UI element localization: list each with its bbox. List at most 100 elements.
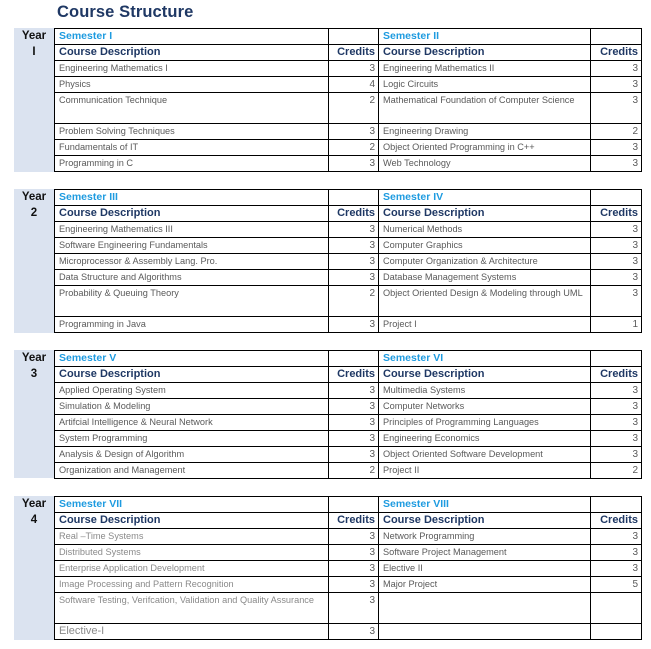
table-row: Engineering Mathematics III 3 Numerical Me… [54, 221, 642, 238]
course-credits: 3 [590, 76, 642, 93]
course-credits: 3 [590, 430, 642, 447]
course-name: Fundamentals of IT [54, 139, 329, 156]
course-name: Computer Organization & Architecture [378, 253, 591, 270]
table-row: Real –Time Systems 3 Network Programming 3 [54, 528, 642, 545]
course-name: Software Testing, Verifcation, Validatio… [54, 592, 329, 624]
column-header-credits: Credits [590, 205, 642, 222]
course-table-year-4: Semester VII Semester VIII Course Descri… [54, 496, 642, 640]
course-credits: 3 [328, 60, 379, 77]
column-header-credits: Credits [590, 44, 642, 61]
table-row: Microprocessor & Assembly Lang. Pro. 3 Com… [54, 253, 642, 270]
column-header-credits: Credits [328, 44, 379, 61]
course-credits: 3 [328, 155, 379, 172]
course-name: Image Processing and Pattern Recognition [54, 576, 329, 593]
course-name: Microprocessor & Assembly Lang. Pro. [54, 253, 329, 270]
course-credits: 3 [328, 430, 379, 447]
course-credits: 3 [328, 123, 379, 140]
column-header-course: Course Description [54, 512, 329, 529]
course-name: Object Oriented Software Development [378, 446, 591, 463]
year-column: Year I [14, 28, 54, 172]
column-header-course: Course Description [378, 44, 591, 61]
table-row: Simulation & Modeling 3 Computer Networks 3 [54, 398, 642, 415]
course-credits [590, 592, 642, 624]
course-credits: 2 [328, 462, 379, 479]
course-name: Multimedia Systems [378, 382, 591, 399]
course-name: Organization and Management [54, 462, 329, 479]
year-label: Year [21, 30, 47, 42]
course-credits: 3 [328, 237, 379, 254]
course-credits: 3 [590, 60, 642, 77]
course-credits: 3 [328, 576, 379, 593]
course-name: Data Structure and Algorithms [54, 269, 329, 286]
course-name: Communication Technique [54, 92, 329, 124]
course-credits: 3 [590, 155, 642, 172]
course-credits: 3 [590, 285, 642, 317]
table-row: Enterprise Application Development 3 Elect… [54, 560, 642, 577]
course-name: Engineering Mathematics II [378, 60, 591, 77]
course-name: Engineering Economics [378, 430, 591, 447]
semester-title: Semester VI [378, 350, 591, 367]
table-row: Analysis & Design of Algorithm 3 Object Or… [54, 446, 642, 463]
course-table-year-2: Semester III Semester IV Course Descript… [54, 189, 642, 333]
year-column: Year 3 [14, 350, 54, 478]
table-row: Elective-I 3 [54, 623, 642, 640]
course-credits: 3 [328, 253, 379, 270]
course-name [378, 623, 591, 640]
column-header-course: Course Description [54, 366, 329, 383]
course-name [378, 592, 591, 624]
course-credits: 3 [590, 414, 642, 431]
course-credits: 3 [590, 237, 642, 254]
course-credits: 3 [328, 446, 379, 463]
course-name: Object Oriented Programming in C++ [378, 139, 591, 156]
course-name: System Programming [54, 430, 329, 447]
course-name: Programming in Java [54, 316, 329, 333]
course-credits: 2 [590, 123, 642, 140]
column-header-row: Course Description Credits Course Descri… [54, 512, 642, 529]
course-table-year-1: Semester I Semester II Course Descriptio… [54, 28, 642, 172]
column-header-row: Course Description Credits Course Descri… [54, 44, 642, 61]
course-credits: 3 [590, 221, 642, 238]
course-name: Database Management Systems [378, 269, 591, 286]
column-header-course: Course Description [378, 205, 591, 222]
course-credits: 2 [590, 462, 642, 479]
course-name: Computer Networks [378, 398, 591, 415]
course-credits: 3 [590, 92, 642, 124]
course-name: Software Engineering Fundamentals [54, 237, 329, 254]
semester-header-row: Semester V Semester VI [54, 350, 642, 367]
column-header-credits: Credits [328, 366, 379, 383]
semester-title: Semester II [378, 28, 591, 45]
course-credits: 3 [590, 269, 642, 286]
table-row: Organization and Management 2 Project II 2 [54, 462, 642, 479]
column-header-course: Course Description [378, 366, 591, 383]
semester-header-row: Semester VII Semester VIII [54, 496, 642, 513]
course-name: Real –Time Systems [54, 528, 329, 545]
course-name: Enterprise Application Development [54, 560, 329, 577]
column-header-course: Course Description [54, 44, 329, 61]
table-row: Image Processing and Pattern Recognition… [54, 576, 642, 593]
course-name: Elective-I [54, 623, 329, 640]
course-credits: 4 [328, 76, 379, 93]
course-name: Engineering Drawing [378, 123, 591, 140]
semester-header-row: Semester III Semester IV [54, 189, 642, 206]
year-block-3: Year 3 Semester V Semester VI Course Des… [14, 350, 642, 479]
course-credits: 3 [328, 269, 379, 286]
course-name: Web Technology [378, 155, 591, 172]
year-number: 3 [30, 368, 38, 380]
course-name: Computer Graphics [378, 237, 591, 254]
table-row: Fundamentals of IT 2 Object Oriented Progr… [54, 139, 642, 156]
course-credits: 3 [590, 398, 642, 415]
column-header-credits: Credits [328, 512, 379, 529]
year-label: Year [21, 498, 47, 510]
course-credits: 2 [328, 285, 379, 317]
course-name: Analysis & Design of Algorithm [54, 446, 329, 463]
table-row: Programming in C 3 Web Technology 3 [54, 155, 642, 172]
course-credits: 3 [328, 316, 379, 333]
course-name: Numerical Methods [378, 221, 591, 238]
course-table-year-3: Semester V Semester VI Course Descriptio… [54, 350, 642, 479]
table-row: Communication Technique 2 Mathematical Fou… [54, 92, 642, 124]
course-credits: 3 [328, 544, 379, 561]
course-credits: 3 [328, 398, 379, 415]
course-name: Engineering Mathematics I [54, 60, 329, 77]
course-name: Mathematical Foundation of Computer Scie… [378, 92, 591, 124]
year-label: Year [21, 191, 47, 203]
